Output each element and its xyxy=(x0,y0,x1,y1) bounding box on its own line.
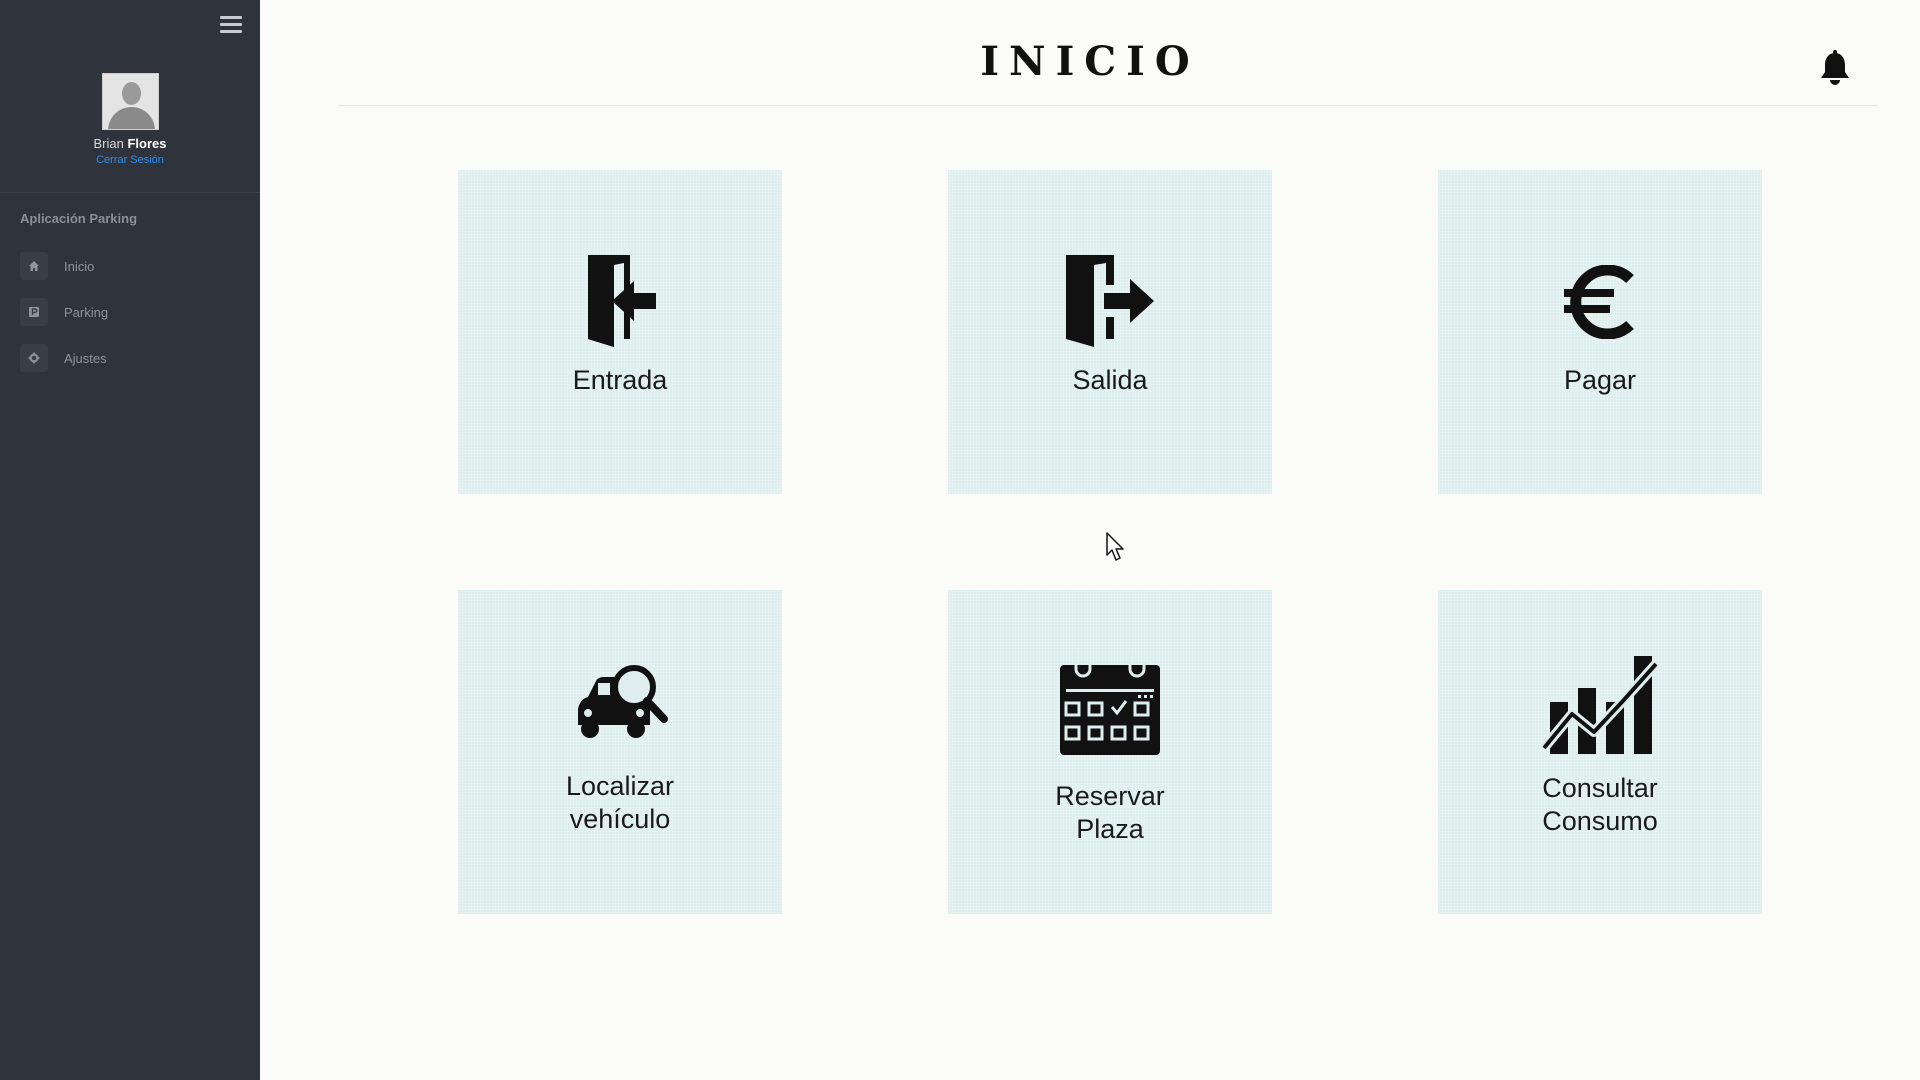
avatar xyxy=(101,73,159,130)
gear-icon xyxy=(20,344,48,372)
sidebar-item-label: Parking xyxy=(64,304,109,320)
parking-icon xyxy=(20,298,48,326)
tile-label: Salida xyxy=(1072,365,1148,395)
sidebar: Brian Flores Cerrar Sesión Aplicación Pa… xyxy=(0,0,260,1080)
tile-label: Consultar Consumo xyxy=(1542,773,1658,836)
sidebar-item-ajustes[interactable]: Ajustes xyxy=(20,335,240,381)
sidebar-item-label: Inicio xyxy=(64,258,95,274)
sidebar-item-label: Ajustes xyxy=(64,350,107,366)
tile-localizar-vehiculo[interactable]: Localizar vehículo xyxy=(458,590,782,914)
user-profile: Brian Flores Cerrar Sesión xyxy=(0,73,260,166)
user-first-name: Brian xyxy=(93,136,124,151)
tile-salida[interactable]: Salida xyxy=(948,170,1272,494)
sidebar-section-title: Aplicación Parking xyxy=(20,211,138,226)
car-search-icon xyxy=(458,663,782,741)
euro-icon xyxy=(1438,265,1762,339)
tile-label: Entrada xyxy=(572,365,668,395)
calendar-icon xyxy=(948,655,1272,755)
main-content: INICIO Entrada Salida Pagar Localizar ve… xyxy=(260,0,1920,1080)
tile-entrada[interactable]: Entrada xyxy=(458,170,782,494)
menu-toggle-icon[interactable] xyxy=(220,16,242,34)
user-last-name: Flores xyxy=(127,136,167,151)
sidebar-item-inicio[interactable]: Inicio xyxy=(20,243,240,289)
tile-label: Reservar Plaza xyxy=(1055,781,1165,844)
door-enter-icon xyxy=(458,255,782,347)
tile-pagar[interactable]: Pagar xyxy=(1438,170,1762,494)
tile-consultar-consumo[interactable]: Consultar Consumo xyxy=(1438,590,1762,914)
door-exit-icon xyxy=(948,255,1272,347)
sidebar-divider xyxy=(0,192,260,193)
page-title: INICIO xyxy=(980,38,1200,85)
bell-icon[interactable] xyxy=(1818,50,1852,86)
user-name: Brian Flores xyxy=(0,136,260,151)
tile-label: Pagar xyxy=(1563,365,1637,395)
header-divider xyxy=(338,105,1878,106)
mouse-cursor-icon xyxy=(1106,532,1128,562)
home-icon xyxy=(20,252,48,280)
tile-reservar-plaza[interactable]: Reservar Plaza xyxy=(948,590,1272,914)
sidebar-item-parking[interactable]: Parking xyxy=(20,289,240,335)
tile-label: Localizar vehículo xyxy=(565,771,675,834)
growth-chart-icon xyxy=(1438,656,1762,756)
sidebar-nav: Inicio Parking Ajustes xyxy=(20,243,240,381)
logout-link[interactable]: Cerrar Sesión xyxy=(0,154,260,166)
